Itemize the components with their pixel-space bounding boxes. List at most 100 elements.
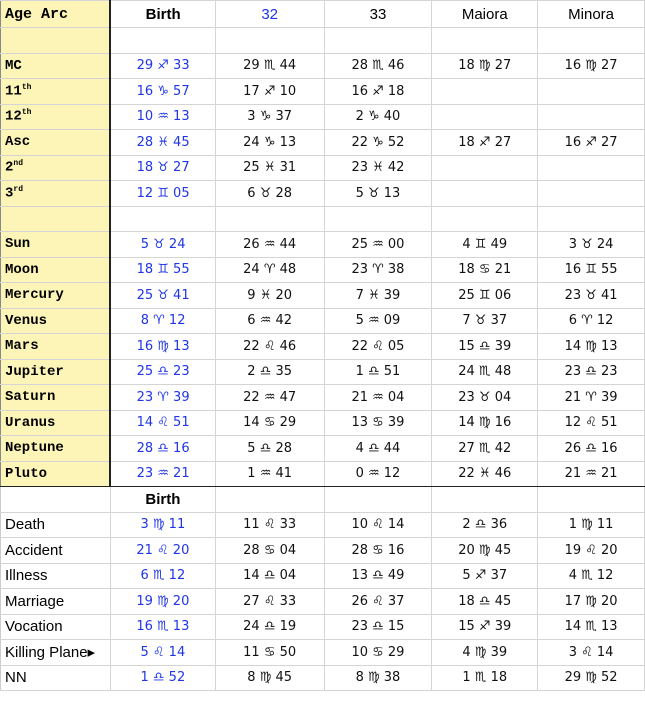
table-cell[interactable]: 21 ♈ 39 — [537, 384, 645, 411]
table-cell[interactable]: 18 ♍ 27 — [431, 52, 539, 79]
table-cell[interactable]: 21 ♌ 20 — [109, 537, 216, 564]
row-label[interactable]: Illness — [0, 562, 111, 589]
table-cell[interactable] — [537, 103, 645, 130]
table-cell[interactable]: 26 ♌ 37 — [323, 588, 433, 615]
table-cell[interactable] — [431, 27, 539, 54]
table-cell[interactable]: 28 ♏ 46 — [323, 52, 433, 79]
table-cell[interactable]: 18 ♉ 27 — [109, 154, 216, 181]
table-cell[interactable]: 15 ♎ 39 — [431, 333, 539, 360]
row-label[interactable]: Uranus — [0, 409, 112, 436]
table-cell[interactable]: 5 ♒ 09 — [323, 307, 433, 334]
table-cell[interactable]: 25 ♓ 31 — [214, 154, 325, 181]
table-cell[interactable]: 14 ♋ 29 — [214, 409, 325, 436]
row-label[interactable]: Vocation — [0, 613, 111, 640]
row-label[interactable]: Killing Plane▸ — [0, 639, 111, 666]
table-cell[interactable]: 16 ♊ 55 — [537, 256, 645, 283]
table-cell[interactable]: 25 ♊ 06 — [431, 282, 539, 309]
row-label[interactable]: 12th — [0, 103, 112, 130]
table-cell[interactable]: 23 ♈ 38 — [323, 256, 433, 283]
header-age-arc[interactable]: Age Arc — [0, 0, 112, 28]
row-label[interactable]: Mercury — [0, 282, 112, 309]
table-cell[interactable]: 13 ♎ 49 — [323, 562, 433, 589]
table-cell[interactable]: 23 ♉ 04 — [431, 384, 539, 411]
table-cell[interactable]: 21 ♒ 21 — [537, 460, 645, 487]
table-cell[interactable] — [431, 78, 539, 105]
row-label[interactable] — [0, 27, 112, 54]
table-cell[interactable]: 4 ♍ 39 — [431, 639, 539, 666]
table-cell[interactable]: 22 ♑ 52 — [323, 129, 433, 156]
table-cell[interactable]: 28 ♋ 04 — [214, 537, 325, 564]
row-label[interactable]: Marriage — [0, 588, 111, 615]
table-cell[interactable]: 13 ♋ 39 — [323, 409, 433, 436]
table-cell[interactable]: 25 ♎ 23 — [109, 358, 216, 385]
table-cell[interactable]: 16 ♍ 27 — [537, 52, 645, 79]
table-cell[interactable] — [109, 27, 216, 54]
table-cell[interactable]: 14 ♍ 13 — [537, 333, 645, 360]
table-cell[interactable] — [537, 154, 645, 181]
table-cell[interactable]: 6 ♈ 12 — [537, 307, 645, 334]
header-maiora[interactable]: Maiora — [431, 0, 539, 28]
table-cell[interactable] — [537, 78, 645, 105]
table-cell[interactable] — [537, 27, 645, 54]
table-cell[interactable]: 28 ♎ 16 — [109, 435, 216, 462]
table-cell[interactable]: 24 ♑ 13 — [214, 129, 325, 156]
table-cell[interactable]: 21 ♒ 04 — [323, 384, 433, 411]
table-cell[interactable]: 26 ♒ 44 — [214, 231, 325, 258]
table-cell[interactable]: 14 ♎ 04 — [214, 562, 325, 589]
table-cell[interactable]: 6 ♉ 28 — [214, 180, 325, 207]
table-cell[interactable]: 14 ♍ 16 — [431, 409, 539, 436]
table-cell[interactable]: 6 ♏ 12 — [109, 562, 216, 589]
table-cell[interactable]: 19 ♍ 20 — [109, 588, 216, 615]
table-cell[interactable]: 11 ♌ 33 — [214, 511, 325, 538]
table-cell[interactable]: 1 ♏ 18 — [431, 664, 539, 691]
row-label[interactable]: 3rd — [0, 180, 112, 207]
table-cell[interactable]: 15 ♐ 39 — [431, 613, 539, 640]
table-cell[interactable]: 24 ♏ 48 — [431, 358, 539, 385]
table-cell[interactable]: 3 ♑ 37 — [214, 103, 325, 130]
table-cell[interactable]: 18 ♎ 45 — [431, 588, 539, 615]
table-cell[interactable] — [323, 205, 433, 232]
table-cell[interactable]: 4 ♏ 12 — [537, 562, 645, 589]
table-cell[interactable]: 16 ♏ 13 — [109, 613, 216, 640]
header-birth[interactable]: Birth — [109, 0, 216, 28]
table-cell[interactable]: 27 ♏ 42 — [431, 435, 539, 462]
table-cell[interactable]: 10 ♒ 13 — [109, 103, 216, 130]
table-cell[interactable]: 18 ♐ 27 — [431, 129, 539, 156]
table-cell[interactable]: 24 ♈ 48 — [214, 256, 325, 283]
table-cell[interactable]: 12 ♊ 05 — [109, 180, 216, 207]
table-cell[interactable]: 3 ♉ 24 — [537, 231, 645, 258]
table-cell[interactable]: 12 ♌ 51 — [537, 409, 645, 436]
table-cell[interactable]: 1 ♎ 52 — [109, 664, 216, 691]
table-cell[interactable]: 23 ♎ 15 — [323, 613, 433, 640]
row-label[interactable]: 11th — [0, 78, 112, 105]
row-label[interactable]: MC — [0, 52, 112, 79]
table-cell[interactable] — [537, 205, 645, 232]
table-cell[interactable]: 24 ♎ 19 — [214, 613, 325, 640]
table-cell[interactable]: 8 ♈ 12 — [109, 307, 216, 334]
table-cell[interactable]: 25 ♒ 00 — [323, 231, 433, 258]
table-cell[interactable]: 20 ♍ 45 — [431, 537, 539, 564]
table-cell[interactable]: 23 ♎ 23 — [537, 358, 645, 385]
table-cell[interactable]: 23 ♓ 42 — [323, 154, 433, 181]
table-cell[interactable]: 5 ♉ 13 — [323, 180, 433, 207]
table-cell[interactable]: 29 ♏ 44 — [214, 52, 325, 79]
table-cell[interactable]: 1 ♎ 51 — [323, 358, 433, 385]
table-cell[interactable]: 14 ♏ 13 — [537, 613, 645, 640]
table-cell[interactable]: 16 ♑ 57 — [109, 78, 216, 105]
table-cell[interactable]: 22 ♓ 46 — [431, 460, 539, 487]
table-cell[interactable]: 2 ♑ 40 — [323, 103, 433, 130]
header-32[interactable]: 32 — [214, 0, 325, 28]
table-cell[interactable]: 28 ♋ 16 — [323, 537, 433, 564]
table-cell[interactable]: 0 ♒ 12 — [323, 460, 433, 487]
table-cell[interactable]: 19 ♌ 20 — [537, 537, 645, 564]
table-cell[interactable]: 8 ♍ 38 — [323, 664, 433, 691]
row-label[interactable]: Pluto — [0, 460, 112, 487]
row-label[interactable]: Sun — [0, 231, 112, 258]
table-cell[interactable]: 17 ♍ 20 — [537, 588, 645, 615]
row-label[interactable]: NN — [0, 664, 111, 691]
table-cell[interactable]: 10 ♋ 29 — [323, 639, 433, 666]
table-cell[interactable]: 26 ♎ 16 — [537, 435, 645, 462]
table-cell[interactable]: 7 ♓ 39 — [323, 282, 433, 309]
table-cell[interactable]: 25 ♉ 41 — [109, 282, 216, 309]
table-cell[interactable]: 23 ♈ 39 — [109, 384, 216, 411]
